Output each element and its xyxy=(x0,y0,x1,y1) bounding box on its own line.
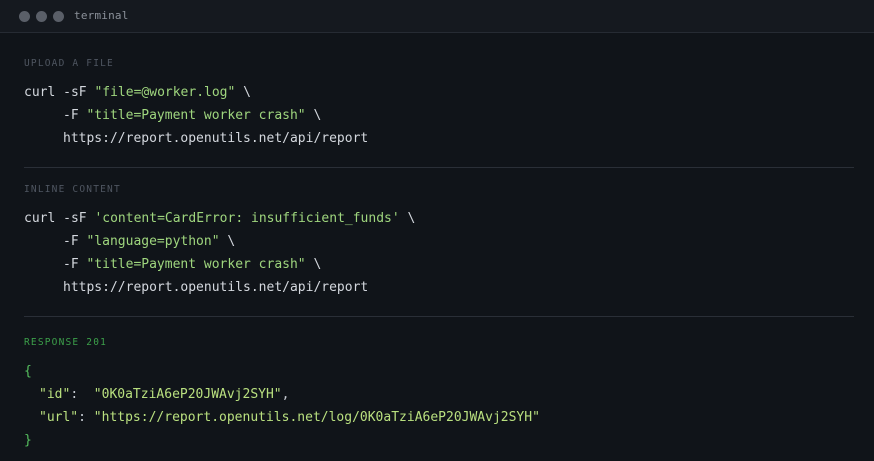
code-line: curl -sF 'content=CardError: insufficien… xyxy=(24,207,854,230)
window-title: terminal xyxy=(74,9,129,22)
json-comma: , xyxy=(281,387,290,402)
upload-section: UPLOAD A FILE curl -sF "file=@worker.log… xyxy=(24,58,854,150)
endpoint-url: https://report.openutils.net/api/report xyxy=(63,280,369,295)
string-literal: "file=@worker.log" xyxy=(94,85,236,100)
inline-section: INLINE CONTENT curl -sF 'content=CardErr… xyxy=(24,184,854,299)
string-literal: "language=python" xyxy=(86,234,220,249)
code-line: -F "language=python" \ xyxy=(24,230,854,253)
line-continuation: \ xyxy=(305,108,322,123)
close-window-button[interactable] xyxy=(19,11,30,22)
string-literal: 'content=CardError: insufficient_funds' xyxy=(94,211,400,226)
command-text: -F xyxy=(63,108,87,123)
section-divider xyxy=(24,316,854,317)
string-literal: "title=Payment worker crash" xyxy=(86,108,306,123)
line-continuation: \ xyxy=(219,234,236,249)
response-status-label: RESPONSE 201 xyxy=(24,337,108,348)
code-line: -F "title=Payment worker crash" \ xyxy=(24,253,854,276)
command-text: -F xyxy=(63,234,87,249)
terminal-window: terminal UPLOAD A FILE curl -sF "file=@w… xyxy=(0,0,874,461)
json-open-brace: { xyxy=(24,364,32,379)
code-line: -F "title=Payment worker crash" \ xyxy=(24,104,854,127)
command-text: -F xyxy=(63,257,87,272)
section-label: INLINE CONTENT xyxy=(24,184,121,195)
title-bar: terminal xyxy=(0,0,874,33)
line-continuation: \ xyxy=(305,257,322,272)
line-continuation: \ xyxy=(399,211,416,226)
json-line-id: "id": "0K0aTziA6eP20JWAvj2SYH", xyxy=(24,383,854,406)
command-text: curl -sF xyxy=(24,85,95,100)
code-line: https://report.openutils.net/api/report xyxy=(24,276,854,299)
minimize-window-button[interactable] xyxy=(36,11,47,22)
code-block[interactable]: curl -sF "file=@worker.log" \ -F "title=P… xyxy=(24,81,854,150)
json-value: "0K0aTziA6eP20JWAvj2SYH" xyxy=(93,387,282,402)
response-json[interactable]: {"id": "0K0aTziA6eP20JWAvj2SYH", "url": "… xyxy=(24,360,854,452)
section-divider xyxy=(24,167,854,168)
code-line: curl -sF "file=@worker.log" \ xyxy=(24,81,854,104)
code-block[interactable]: curl -sF 'content=CardError: insufficien… xyxy=(24,207,854,299)
json-value: "https://report.openutils.net/log/0K0aTz… xyxy=(93,410,540,425)
json-line-url: "url": "https://report.openutils.net/log… xyxy=(24,406,854,429)
json-separator: : xyxy=(70,387,94,402)
section-label: UPLOAD A FILE xyxy=(24,58,114,69)
string-literal: "title=Payment worker crash" xyxy=(86,257,306,272)
response-section: RESPONSE 201 { "id": "0K0aTziA6eP20JWAvj2… xyxy=(24,337,854,452)
line-continuation: \ xyxy=(235,85,251,100)
endpoint-url: https://report.openutils.net/api/report xyxy=(63,131,369,146)
json-close-brace: } xyxy=(24,433,32,448)
maximize-window-button[interactable] xyxy=(53,11,64,22)
command-text: curl -sF xyxy=(24,211,95,226)
code-line: https://report.openutils.net/api/report xyxy=(24,127,854,150)
json-key: "url" xyxy=(39,410,79,425)
json-key: "id" xyxy=(39,387,71,402)
json-separator: : xyxy=(78,410,94,425)
